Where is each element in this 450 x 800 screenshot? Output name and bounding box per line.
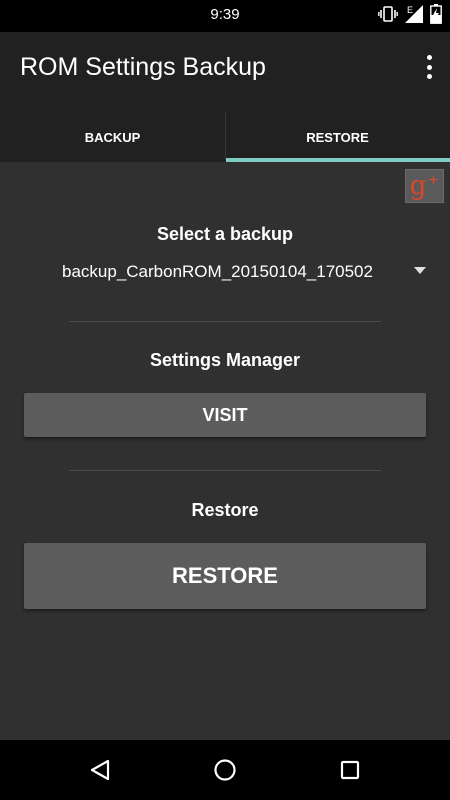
visit-button-label: VISIT bbox=[202, 404, 248, 425]
divider bbox=[69, 321, 381, 322]
backup-select-dropdown[interactable]: backup_CarbonROM_20150104_170502 bbox=[24, 256, 432, 288]
tab-backup-label: BACKUP bbox=[84, 129, 141, 145]
back-icon[interactable] bbox=[84, 754, 116, 786]
tab-backup[interactable]: BACKUP bbox=[0, 112, 225, 162]
recents-icon[interactable] bbox=[334, 754, 366, 786]
app-bar: ROM Settings Backup bbox=[0, 32, 450, 112]
vibrate-icon bbox=[378, 5, 398, 28]
home-icon[interactable] bbox=[209, 754, 241, 786]
signal-icon: E bbox=[404, 4, 424, 29]
restore-page: g+ Select a backup backup_CarbonROM_2015… bbox=[0, 162, 450, 740]
backup-select-value: backup_CarbonROM_20150104_170502 bbox=[62, 262, 373, 281]
google-plus-button[interactable]: g+ bbox=[405, 169, 444, 203]
tab-divider bbox=[225, 112, 226, 160]
tab-bar: BACKUP RESTORE bbox=[0, 112, 450, 162]
select-backup-heading: Select a backup bbox=[156, 224, 294, 244]
svg-text:E: E bbox=[407, 5, 413, 15]
restore-heading: Restore bbox=[191, 500, 259, 520]
visit-button[interactable]: VISIT bbox=[24, 393, 426, 437]
battery-charging-icon bbox=[430, 3, 442, 29]
divider bbox=[69, 470, 381, 471]
settings-manager-heading: Settings Manager bbox=[149, 350, 301, 370]
tab-restore-label: RESTORE bbox=[306, 129, 369, 145]
navigation-bar bbox=[0, 740, 450, 800]
app-title: ROM Settings Backup bbox=[20, 53, 266, 81]
more-vert-icon[interactable] bbox=[422, 52, 436, 82]
dropdown-arrow-icon bbox=[414, 267, 426, 274]
restore-button[interactable]: RESTORE bbox=[24, 543, 426, 609]
status-icons: E bbox=[378, 3, 442, 29]
tab-restore[interactable]: RESTORE bbox=[225, 112, 450, 162]
restore-button-label: RESTORE bbox=[172, 563, 278, 588]
google-plus-icon: g+ bbox=[409, 171, 440, 201]
status-bar: 9:39 E bbox=[0, 0, 450, 32]
